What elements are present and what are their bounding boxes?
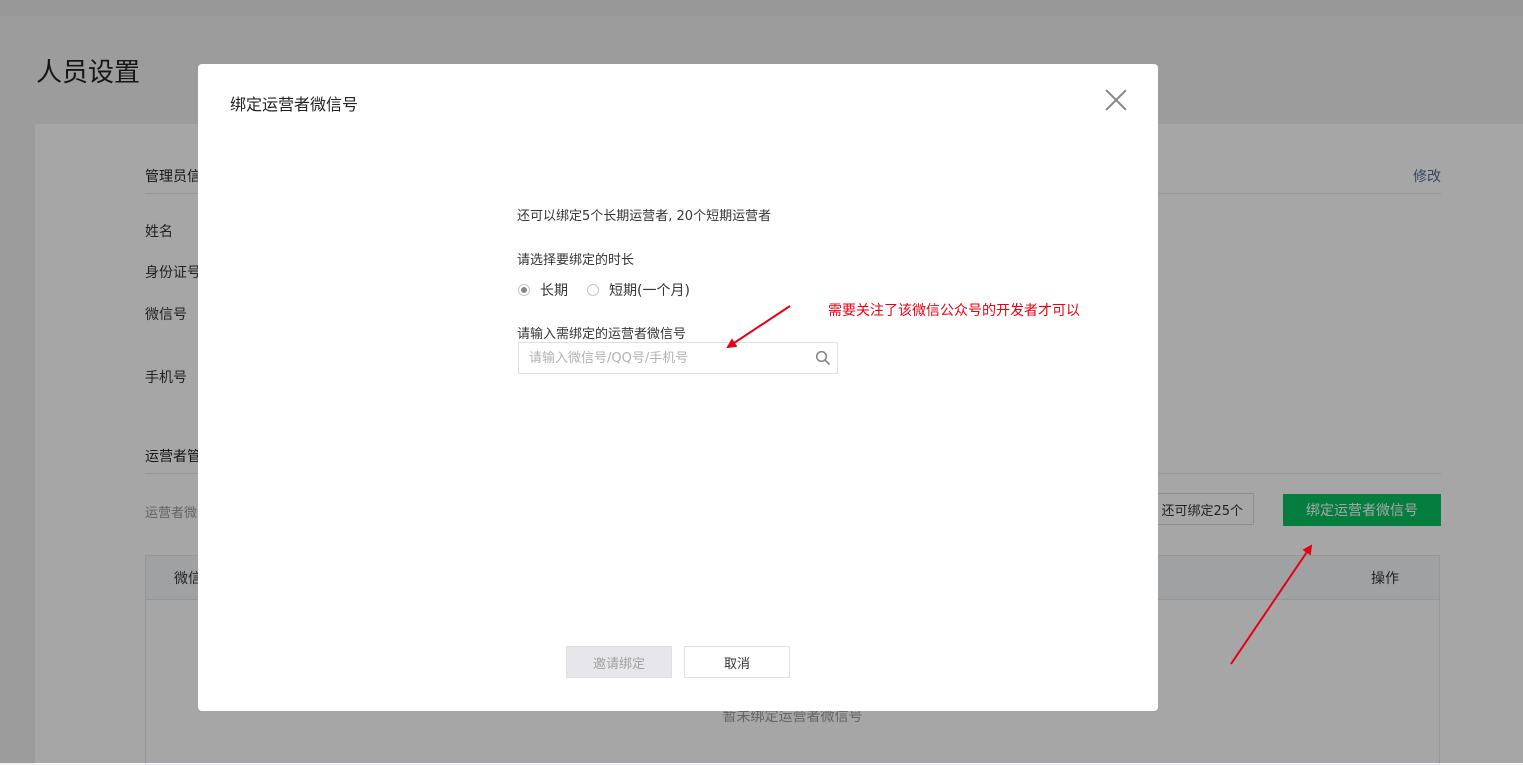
annotation-arrows	[726, 305, 1313, 665]
annotation-arrow-button	[1230, 544, 1313, 665]
annotation-arrow-input	[726, 305, 791, 349]
